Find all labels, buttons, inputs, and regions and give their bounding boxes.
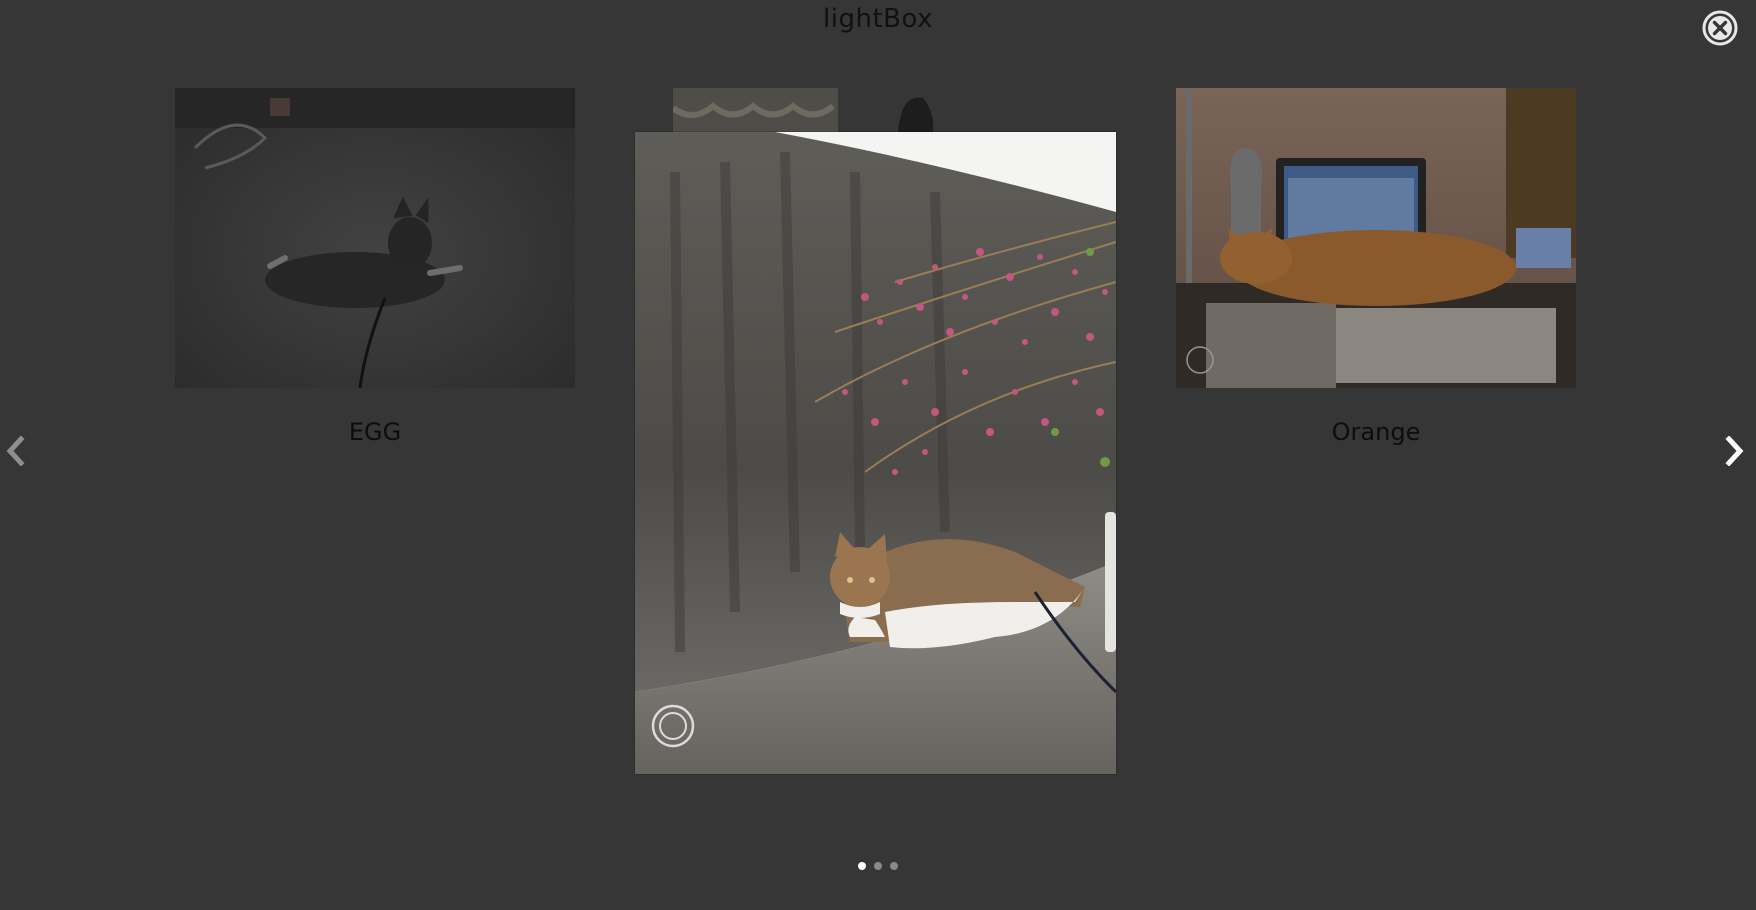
pagination-dot-1[interactable] [858, 862, 866, 870]
slide-image-orange [1176, 88, 1576, 388]
slide-peek-back [673, 88, 947, 133]
prev-slide-button[interactable] [4, 435, 28, 467]
slide-featured[interactable] [635, 132, 1116, 774]
slide-caption-orange: Orange [1331, 418, 1421, 446]
close-circle-icon [1702, 10, 1738, 46]
slide-orange[interactable] [1176, 88, 1576, 388]
pagination-dots [0, 862, 1756, 870]
slide-egg[interactable] [175, 88, 575, 388]
slide-caption-egg: EGG [348, 418, 402, 446]
close-button[interactable] [1702, 10, 1738, 46]
pagination-dot-2[interactable] [874, 862, 882, 870]
next-slide-button[interactable] [1722, 435, 1746, 467]
chevron-right-icon [1725, 435, 1744, 467]
slide-image-peek [673, 88, 947, 133]
slide-image-egg [175, 88, 575, 388]
pagination-dot-3[interactable] [890, 862, 898, 870]
slide-image-featured [635, 132, 1116, 774]
lightbox-title: lightBox [823, 4, 933, 34]
chevron-left-icon [6, 435, 25, 467]
